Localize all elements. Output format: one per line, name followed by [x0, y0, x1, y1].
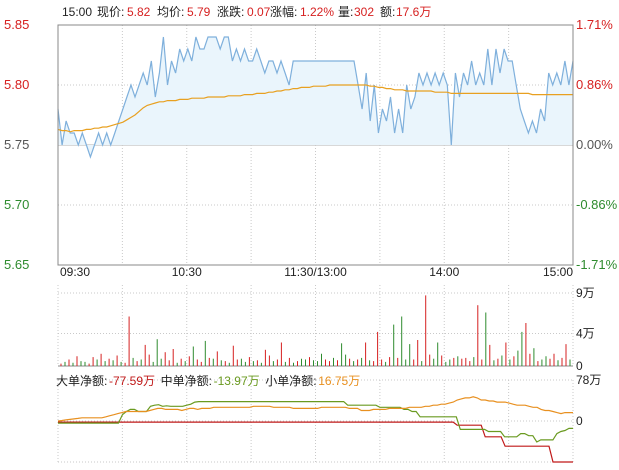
- header-pct-label: 涨幅:: [270, 4, 297, 19]
- header-pct: 1.22%: [300, 5, 334, 19]
- header-change-label: 涨跌:: [217, 4, 244, 19]
- y-tick-right: -0.86%: [576, 197, 618, 212]
- y-tick-right: 0.86%: [576, 77, 613, 92]
- y-tick-right: 1.71%: [576, 17, 613, 32]
- flow-legend-label: 小单净额:: [265, 374, 316, 388]
- header-change: 0.07: [247, 5, 271, 19]
- y-tick-right: 0.00%: [576, 137, 613, 152]
- flow-legend-value: -13.97万: [214, 374, 260, 388]
- y-tick-left: 5.65: [4, 257, 29, 272]
- small-order-line: [57, 396, 573, 422]
- flow-y-tick: 0: [576, 414, 583, 428]
- x-tick-label: 11:30/13:00: [284, 265, 347, 279]
- flow-legend-label: 大单净额:: [56, 374, 107, 388]
- header-price: 5.82: [127, 5, 151, 19]
- header-amount-label: 额:: [380, 5, 395, 19]
- x-tick-label: 09:30: [60, 265, 90, 279]
- flow-legend-value: 16.75万: [318, 374, 360, 388]
- vol-y-tick: 9万: [576, 286, 595, 300]
- y-tick-left: 5.85: [4, 17, 29, 32]
- price-panel: 5.85 1.71% 5.80 0.86% 5.75 0.00% 5.70 -0.86% 5.6…: [4, 17, 618, 279]
- vol-y-tick: 4万: [576, 327, 595, 341]
- header-vol: 302: [354, 5, 374, 19]
- stock-intraday-chart: 15:00 现价: 5.82 均价: 5.79 涨跌: 0.07 涨幅: 1.2…: [4, 4, 618, 463]
- header-avg-label: 均价:: [157, 5, 184, 19]
- vol-y-tick: 0: [576, 359, 583, 373]
- y-tick-right: -1.71%: [576, 257, 618, 272]
- money-flow-panel: 78万 0 大单净额: -77.59万 中单净额: -13.97万 小单净额: 16.75万: [56, 373, 601, 463]
- x-tick-label: 15:00: [543, 265, 573, 279]
- flow-legend-label: 中单净额:: [161, 373, 212, 388]
- flow-legend-value: -77.59万: [109, 374, 155, 388]
- y-tick-left: 5.70: [4, 197, 29, 212]
- header-price-label: 现价:: [97, 5, 124, 19]
- header-vol-label: 量:: [338, 5, 353, 19]
- x-tick-label: 10:30: [172, 265, 202, 279]
- y-tick-left: 5.80: [4, 77, 29, 92]
- header-time: 15:00: [62, 5, 92, 19]
- y-tick-left: 5.75: [4, 137, 29, 152]
- flow-y-tick: 78万: [576, 373, 601, 387]
- header-avg: 5.79: [187, 5, 211, 19]
- header-amount: 17.6万: [396, 5, 431, 19]
- x-tick-label: 14:00: [429, 265, 459, 279]
- volume-panel: 9万 4万 0: [57, 285, 595, 373]
